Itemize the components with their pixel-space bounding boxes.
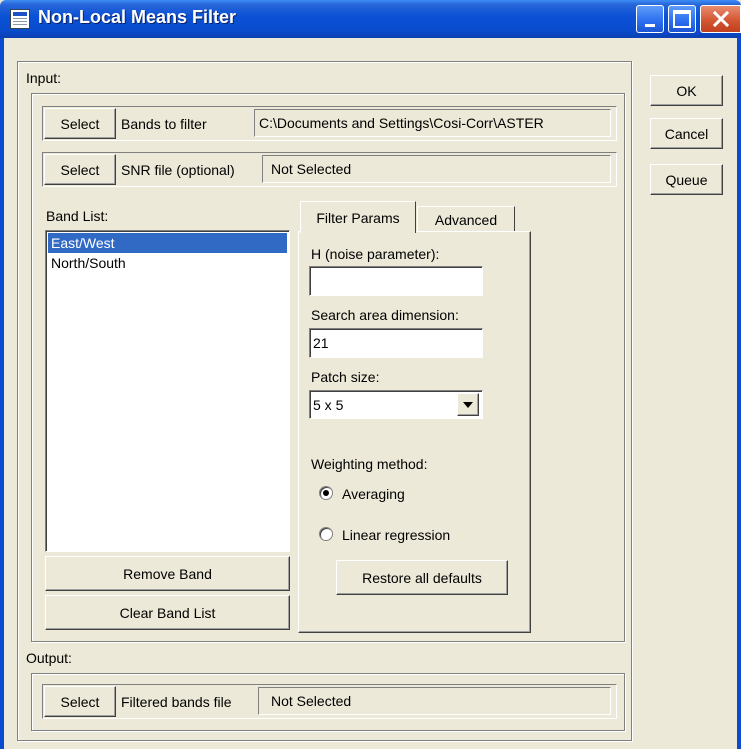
tab-filter-params[interactable]: Filter Params <box>300 201 416 233</box>
linear-regression-label: Linear regression <box>342 527 451 543</box>
search-area-label: Search area dimension: <box>311 307 459 323</box>
restore-defaults-button[interactable]: Restore all defaults <box>336 560 508 595</box>
window-border-right <box>737 38 741 749</box>
h-param-input[interactable] <box>309 266 483 296</box>
bands-select-button[interactable]: Select <box>44 108 116 139</box>
tab-advanced[interactable]: Advanced <box>417 206 515 231</box>
queue-button[interactable]: Queue <box>650 164 723 195</box>
averaging-label: Averaging <box>342 486 405 502</box>
snr-file-field[interactable]: Not Selected <box>262 155 611 183</box>
averaging-radio[interactable] <box>319 486 333 500</box>
title-bar[interactable]: Non-Local Means Filter <box>0 0 741 38</box>
app-icon[interactable] <box>10 9 30 29</box>
bands-label: Bands to filter <box>121 116 207 132</box>
close-icon <box>712 10 729 28</box>
remove-band-button[interactable]: Remove Band <box>45 556 290 591</box>
cancel-button[interactable]: Cancel <box>650 118 723 149</box>
patch-size-dropdown-button[interactable] <box>457 393 479 416</box>
output-select-button[interactable]: Select <box>44 686 116 717</box>
clear-band-list-button[interactable]: Clear Band List <box>45 595 290 630</box>
band-list-label: Band List: <box>46 208 109 224</box>
maximize-button[interactable] <box>668 5 696 33</box>
h-param-label: H (noise parameter): <box>311 246 440 262</box>
close-button[interactable] <box>700 5 741 33</box>
window-title: Non-Local Means Filter <box>38 7 237 27</box>
minimize-icon <box>645 23 655 27</box>
linear-regression-radio[interactable] <box>319 527 333 541</box>
output-file-label: Filtered bands file <box>121 694 232 710</box>
weighting-method-label: Weighting method: <box>311 456 428 472</box>
band-list-item-north-south[interactable]: North/South <box>48 253 287 273</box>
input-group-label: Input: <box>26 70 62 86</box>
ok-button[interactable]: OK <box>650 75 723 106</box>
output-group-label: Output: <box>26 650 72 666</box>
patch-size-label: Patch size: <box>311 369 380 385</box>
window-border-left <box>0 38 4 749</box>
bands-path-field[interactable]: C:\Documents and Settings\Cosi-Corr\ASTE… <box>254 109 611 137</box>
search-area-input[interactable]: 21 <box>309 328 483 358</box>
maximize-icon <box>673 10 691 28</box>
output-file-field[interactable]: Not Selected <box>258 687 611 715</box>
dropdown-arrow-icon <box>463 401 473 408</box>
patch-size-value: 5 x 5 <box>313 397 344 413</box>
band-listbox[interactable]: East/West North/South <box>45 230 290 552</box>
snr-label: SNR file (optional) <box>121 162 235 178</box>
minimize-button[interactable] <box>636 5 664 33</box>
snr-select-button[interactable]: Select <box>44 154 116 185</box>
band-list-item-east-west[interactable]: East/West <box>48 233 287 253</box>
